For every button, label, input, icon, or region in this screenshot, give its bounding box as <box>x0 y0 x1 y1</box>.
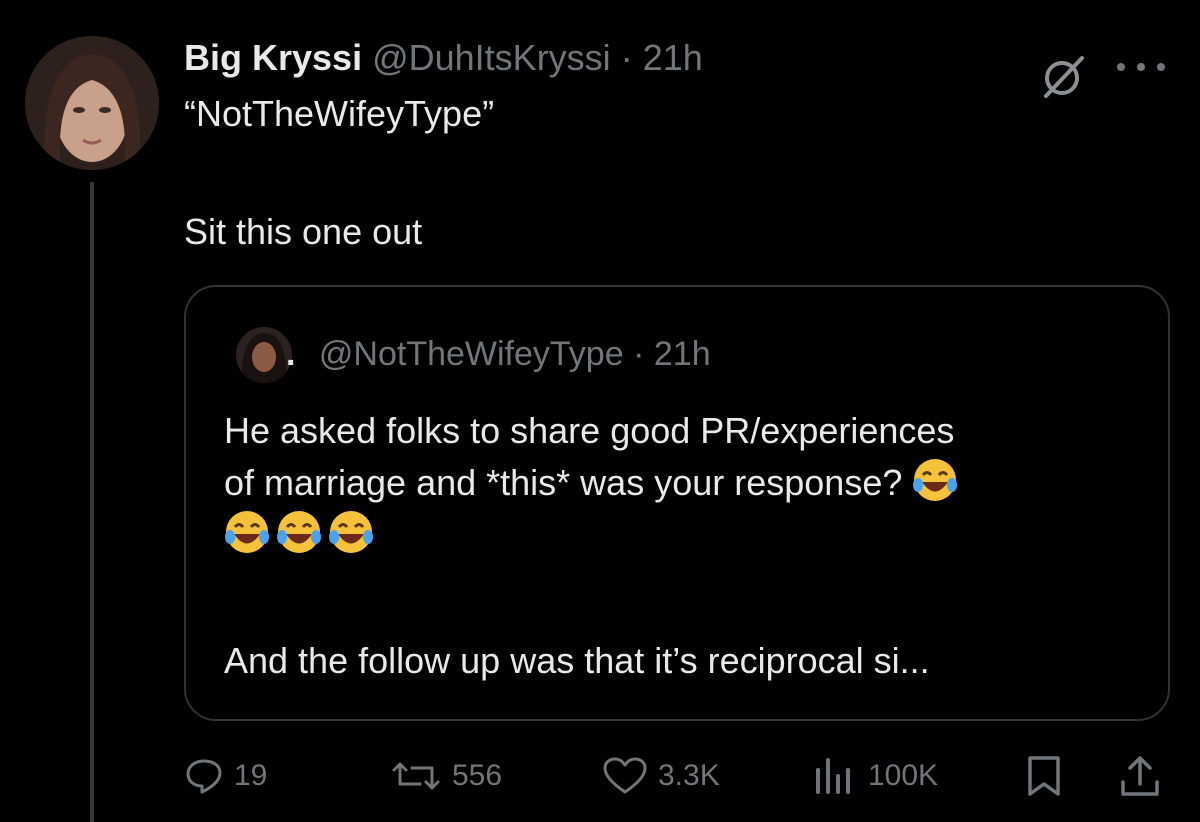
handle[interactable]: @DuhItsKryssi <box>372 37 611 78</box>
views-icon <box>816 758 850 794</box>
quoted-continuation: And the follow up was that it’s reciproc… <box>224 640 930 681</box>
laughing-emoji-icon <box>329 511 373 553</box>
action-bar: 19 556 3.3K 100K <box>0 740 1200 810</box>
reply-icon <box>186 759 222 794</box>
bookmark-icon <box>1028 756 1060 796</box>
tweet-header: Big Kryssi @DuhItsKryssi · 21h <box>184 36 703 80</box>
repost-button[interactable]: 556 <box>390 754 502 798</box>
quoted-display-name[interactable]: . <box>286 335 295 373</box>
like-count: 3.3K <box>658 759 720 792</box>
avatar[interactable] <box>25 36 159 170</box>
quoted-text-line-2: of marriage and *this* was your response… <box>224 462 903 503</box>
display-name[interactable]: Big Kryssi <box>184 37 362 78</box>
like-button[interactable]: 3.3K <box>602 754 720 798</box>
more-icon[interactable] <box>1113 60 1169 74</box>
share-icon <box>1121 756 1159 796</box>
repost-icon <box>392 762 440 790</box>
separator: · <box>620 37 633 78</box>
avatar-image <box>25 36 159 170</box>
share-button[interactable] <box>1118 754 1162 803</box>
heart-icon <box>603 757 647 794</box>
laughing-emoji-icon <box>913 459 958 501</box>
laughing-emoji-icon <box>277 511 321 553</box>
bookmark-button[interactable] <box>1024 754 1064 803</box>
quoted-avatar <box>236 327 292 383</box>
quoted-header: . @NotTheWifeyType · 21h <box>286 333 711 375</box>
timestamp[interactable]: 21h <box>643 37 703 78</box>
view-count: 100K <box>868 759 939 792</box>
views-button[interactable]: 100K <box>812 754 938 798</box>
quoted-timestamp: 21h <box>653 335 711 373</box>
grok-icon[interactable] <box>1040 54 1086 100</box>
reply-count: 19 <box>234 759 268 792</box>
laughing-emoji-icon <box>225 511 269 553</box>
reply-button[interactable]: 19 <box>184 754 267 798</box>
quoted-handle[interactable]: @NotTheWifeyType <box>319 335 624 373</box>
repost-count: 556 <box>452 759 503 792</box>
quoted-separator: · <box>633 335 645 373</box>
tweet-title-text: “NotTheWifeyType” <box>184 93 495 134</box>
quoted-text-line: He asked folks to share good PR/experien… <box>224 410 955 451</box>
thread-line <box>90 182 94 822</box>
tweet-text: Sit this one out <box>184 211 423 252</box>
quoted-tweet-card[interactable]: . @NotTheWifeyType · 21h He asked folks … <box>184 285 1170 721</box>
quoted-text-line: of marriage and *this* was your response… <box>224 457 964 509</box>
emoji-row <box>224 509 964 561</box>
quoted-text: He asked folks to share good PR/experien… <box>224 405 964 561</box>
